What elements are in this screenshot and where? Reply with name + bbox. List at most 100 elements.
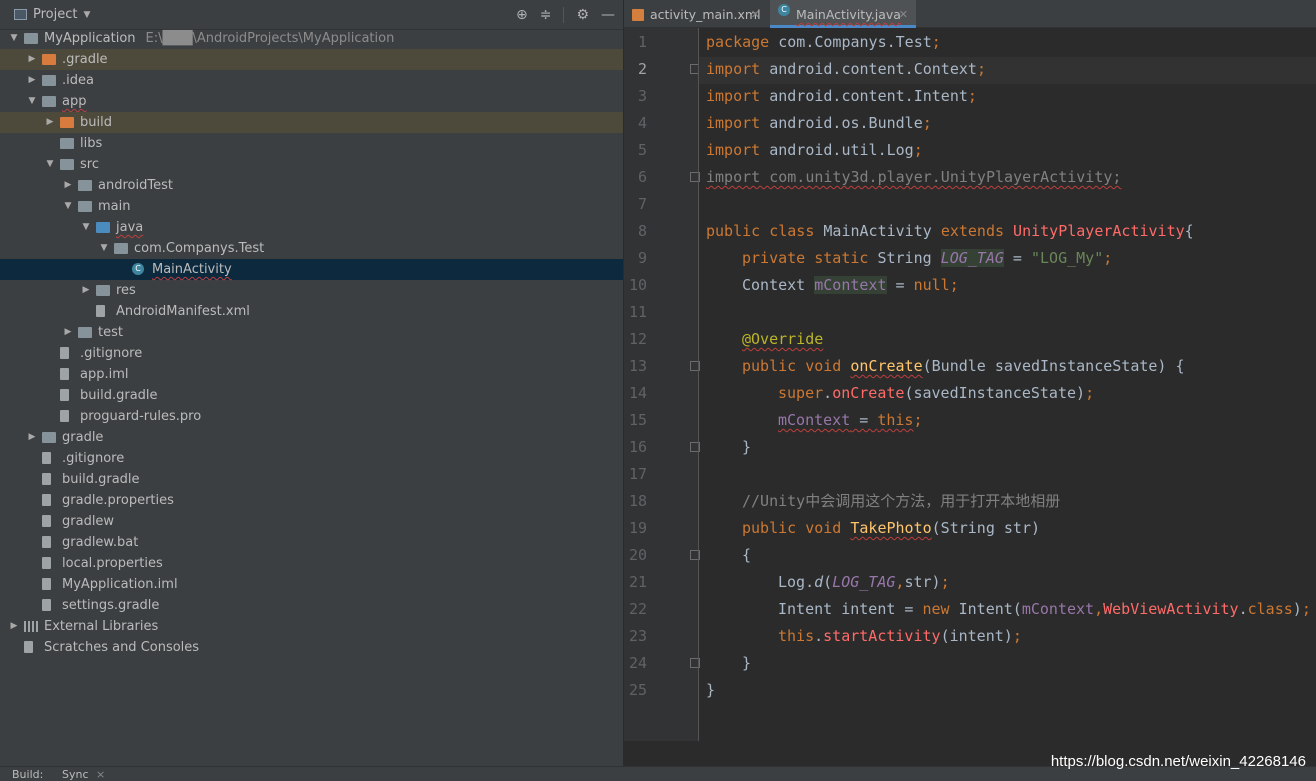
sync-tab[interactable]: Sync xyxy=(62,768,89,781)
tree-item[interactable]: ▼ app xyxy=(0,91,623,112)
tree-item[interactable]: ▶ res xyxy=(0,280,623,301)
close-icon[interactable]: × xyxy=(96,768,105,781)
expand-right-icon[interactable]: ▶ xyxy=(8,616,20,637)
chevron-down-icon[interactable]: ▼ xyxy=(83,10,90,20)
tree-item-label: java xyxy=(116,220,144,235)
gradle-icon xyxy=(60,389,69,401)
expand-down-icon[interactable]: ▼ xyxy=(26,91,38,112)
line-number: 8 xyxy=(637,222,647,240)
file-icon xyxy=(60,347,69,359)
tree-item[interactable]: ▼ com.Companys.Test xyxy=(0,238,623,259)
tree-item[interactable]: ▼ main xyxy=(0,196,623,217)
code-line-12: @Override xyxy=(742,330,824,348)
expand-down-icon[interactable]: ▼ xyxy=(62,196,74,217)
collapse-all-icon[interactable]: ≑ xyxy=(540,7,552,23)
tree-item[interactable]: Scratches and Consoles xyxy=(0,637,623,658)
tree-item[interactable]: proguard-rules.pro xyxy=(0,406,623,427)
folder-icon xyxy=(60,159,74,170)
expand-right-icon[interactable]: ▶ xyxy=(62,175,74,196)
project-panel: Project ▼ ⊕ ≑ ⚙ — ▼ MyApplication E:\███\A… xyxy=(0,0,623,766)
tree-item[interactable]: ▼ java xyxy=(0,217,623,238)
iml-icon xyxy=(60,368,69,380)
close-icon[interactable]: ✕ xyxy=(751,0,760,30)
java-class-icon: C xyxy=(778,4,790,16)
tree-item[interactable]: AndroidManifest.xml xyxy=(0,301,623,322)
code-line-8: public class MainActivity extends UnityP… xyxy=(706,222,1194,240)
tree-item-label: settings.gradle xyxy=(62,598,160,613)
tree-item[interactable]: gradlew xyxy=(0,511,623,532)
tree-item-label: MainActivity xyxy=(152,262,232,277)
tab-label: activity_main.xml xyxy=(650,7,761,22)
expand-right-icon[interactable]: ▶ xyxy=(26,49,38,70)
tree-item-label: .gradle xyxy=(62,52,108,67)
tree-item[interactable]: ▼ src xyxy=(0,154,623,175)
gear-icon[interactable]: ⚙ xyxy=(576,7,589,23)
tab-activity-main-xml[interactable]: activity_main.xml ✕ xyxy=(624,0,768,28)
code-line-22: Intent intent = new Intent(mContext,WebV… xyxy=(778,600,1311,618)
expand-right-icon[interactable]: ▶ xyxy=(44,112,56,133)
tree-item-text: app xyxy=(62,91,86,112)
tree-item[interactable]: ▶ androidTest xyxy=(0,175,623,196)
line-number: 22 xyxy=(628,600,647,618)
tree-item[interactable]: build.gradle xyxy=(0,469,623,490)
expand-down-icon[interactable]: ▼ xyxy=(80,217,92,238)
tree-item[interactable]: app.iml xyxy=(0,364,623,385)
line-number: 24 xyxy=(628,654,647,672)
tree-item-label: local.properties xyxy=(62,556,163,571)
tree-item-label: gradlew.bat xyxy=(62,535,139,550)
gradle-icon xyxy=(42,473,51,485)
line-number: 1 xyxy=(637,33,647,51)
tree-item[interactable]: settings.gradle xyxy=(0,595,623,616)
tree-item-label: MyApplication.iml xyxy=(62,577,178,592)
locate-icon[interactable]: ⊕ xyxy=(516,7,528,23)
line-number: 3 xyxy=(637,87,647,105)
project-path: E:\███\AndroidProjects\MyApplication xyxy=(145,31,395,46)
module-folder-icon xyxy=(42,96,56,107)
tree-item[interactable]: libs xyxy=(0,133,623,154)
expand-down-icon[interactable]: ▼ xyxy=(98,238,110,259)
tree-item-text: .gitignore xyxy=(62,448,124,469)
code-line-10: Context mContext = null; xyxy=(742,276,959,294)
tab-mainactivity-java[interactable]: C MainActivity.java ✕ xyxy=(770,0,916,28)
tree-item[interactable]: ▶ build xyxy=(0,112,623,133)
tree-item[interactable]: MyApplication.iml xyxy=(0,574,623,595)
tree-item[interactable]: local.properties xyxy=(0,553,623,574)
class-icon: C xyxy=(132,263,144,275)
tree-item-text: build.gradle xyxy=(80,385,158,406)
expand-right-icon[interactable]: ▶ xyxy=(62,322,74,343)
tree-item[interactable]: ▶ External Libraries xyxy=(0,616,623,637)
tree-item-label: .gitignore xyxy=(80,346,143,361)
minimize-icon[interactable]: — xyxy=(601,7,615,23)
tree-item-text: libs xyxy=(80,133,102,154)
expand-right-icon[interactable]: ▶ xyxy=(26,70,38,91)
expand-down-icon[interactable]: ▼ xyxy=(8,28,20,49)
tree-item-text: app.iml xyxy=(80,364,129,385)
expand-right-icon[interactable]: ▶ xyxy=(26,427,38,448)
tree-item-text: androidTest xyxy=(98,175,173,196)
tree-item[interactable]: ▼ MyApplication E:\███\AndroidProjects\MyA… xyxy=(0,28,623,49)
watermark: https://blog.csdn.net/weixin_42268146 xyxy=(1050,753,1306,770)
close-icon[interactable]: ✕ xyxy=(899,0,908,30)
tree-item[interactable]: build.gradle xyxy=(0,385,623,406)
tree-item-text: gradlew.bat xyxy=(62,532,138,553)
line-number: 21 xyxy=(628,573,647,591)
line-number: 16 xyxy=(628,438,647,456)
project-view-selector[interactable]: Project ▼ xyxy=(14,7,90,22)
build-label[interactable]: Build: xyxy=(12,768,43,781)
tree-item[interactable]: ▶ gradle xyxy=(0,427,623,448)
tree-item-text: test xyxy=(98,322,123,343)
tree-item[interactable]: ▶ .idea xyxy=(0,70,623,91)
tree-item[interactable]: C MainActivity xyxy=(0,259,623,280)
code-line-19: public void TakePhoto(String str) xyxy=(742,519,1041,537)
tree-item[interactable]: ▶ .gradle xyxy=(0,49,623,70)
tree-item-text: main xyxy=(98,196,130,217)
tree-item-label: AndroidManifest.xml xyxy=(116,304,250,319)
tree-item-label: MyApplication xyxy=(44,31,136,46)
tree-item[interactable]: gradle.properties xyxy=(0,490,623,511)
expand-right-icon[interactable]: ▶ xyxy=(80,280,92,301)
tree-item[interactable]: .gitignore xyxy=(0,448,623,469)
expand-down-icon[interactable]: ▼ xyxy=(44,154,56,175)
tree-item[interactable]: gradlew.bat xyxy=(0,532,623,553)
tree-item[interactable]: .gitignore xyxy=(0,343,623,364)
tree-item[interactable]: ▶ test xyxy=(0,322,623,343)
